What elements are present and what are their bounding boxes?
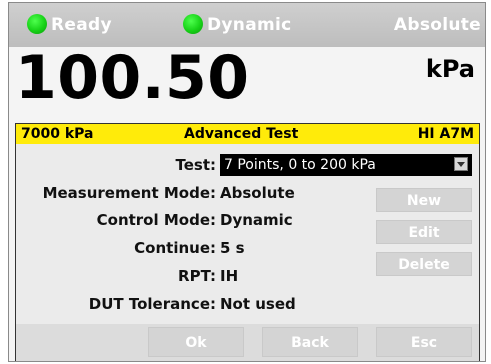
continue-value: 5 s [220, 239, 245, 257]
absolute-status: Absolute [393, 15, 481, 35]
pressure-unit: kPa [425, 55, 475, 83]
device-screen: Ready Dynamic Absolute 100.50 kPa 7000 k… [8, 2, 486, 362]
ready-status: Ready [51, 15, 112, 35]
ok-button[interactable]: Ok [148, 327, 244, 357]
new-button[interactable]: New [376, 188, 472, 212]
measurement-mode-label: Measurement Mode: [42, 184, 216, 202]
rpt-label: RPT: [178, 267, 216, 285]
test-label: Test: [175, 156, 216, 174]
range-label: 7000 kPa [21, 126, 94, 142]
back-button[interactable]: Back [262, 327, 358, 357]
test-select[interactable]: 7 Points, 0 to 200 kPa [220, 154, 472, 176]
panel-title: Advanced Test [184, 126, 299, 142]
dut-tolerance-value: Not used [220, 295, 296, 313]
module-label: HI A7M [417, 126, 474, 142]
advanced-test-panel: 7000 kPa Advanced Test HI A7M Test: 7 Po… [15, 123, 480, 361]
rpt-value: IH [220, 267, 239, 285]
control-mode-label: Control Mode: [96, 211, 216, 229]
dynamic-status: Dynamic [207, 15, 292, 35]
dynamic-led-icon [183, 14, 203, 34]
dut-tolerance-label: DUT Tolerance: [88, 295, 216, 313]
panel-header: 7000 kPa Advanced Test HI A7M [16, 124, 479, 144]
measurement-mode-value: Absolute [220, 184, 295, 202]
pressure-reading: 100.50 [15, 43, 250, 113]
esc-button[interactable]: Esc [376, 327, 472, 357]
edit-button[interactable]: Edit [376, 220, 472, 244]
control-mode-value: Dynamic [220, 211, 293, 229]
status-bar: Ready Dynamic Absolute [9, 3, 485, 47]
continue-label: Continue: [134, 239, 216, 257]
test-select-value: 7 Points, 0 to 200 kPa [224, 157, 376, 173]
ready-led-icon [27, 14, 47, 34]
chevron-down-icon[interactable] [454, 157, 468, 171]
delete-button[interactable]: Delete [376, 252, 472, 276]
